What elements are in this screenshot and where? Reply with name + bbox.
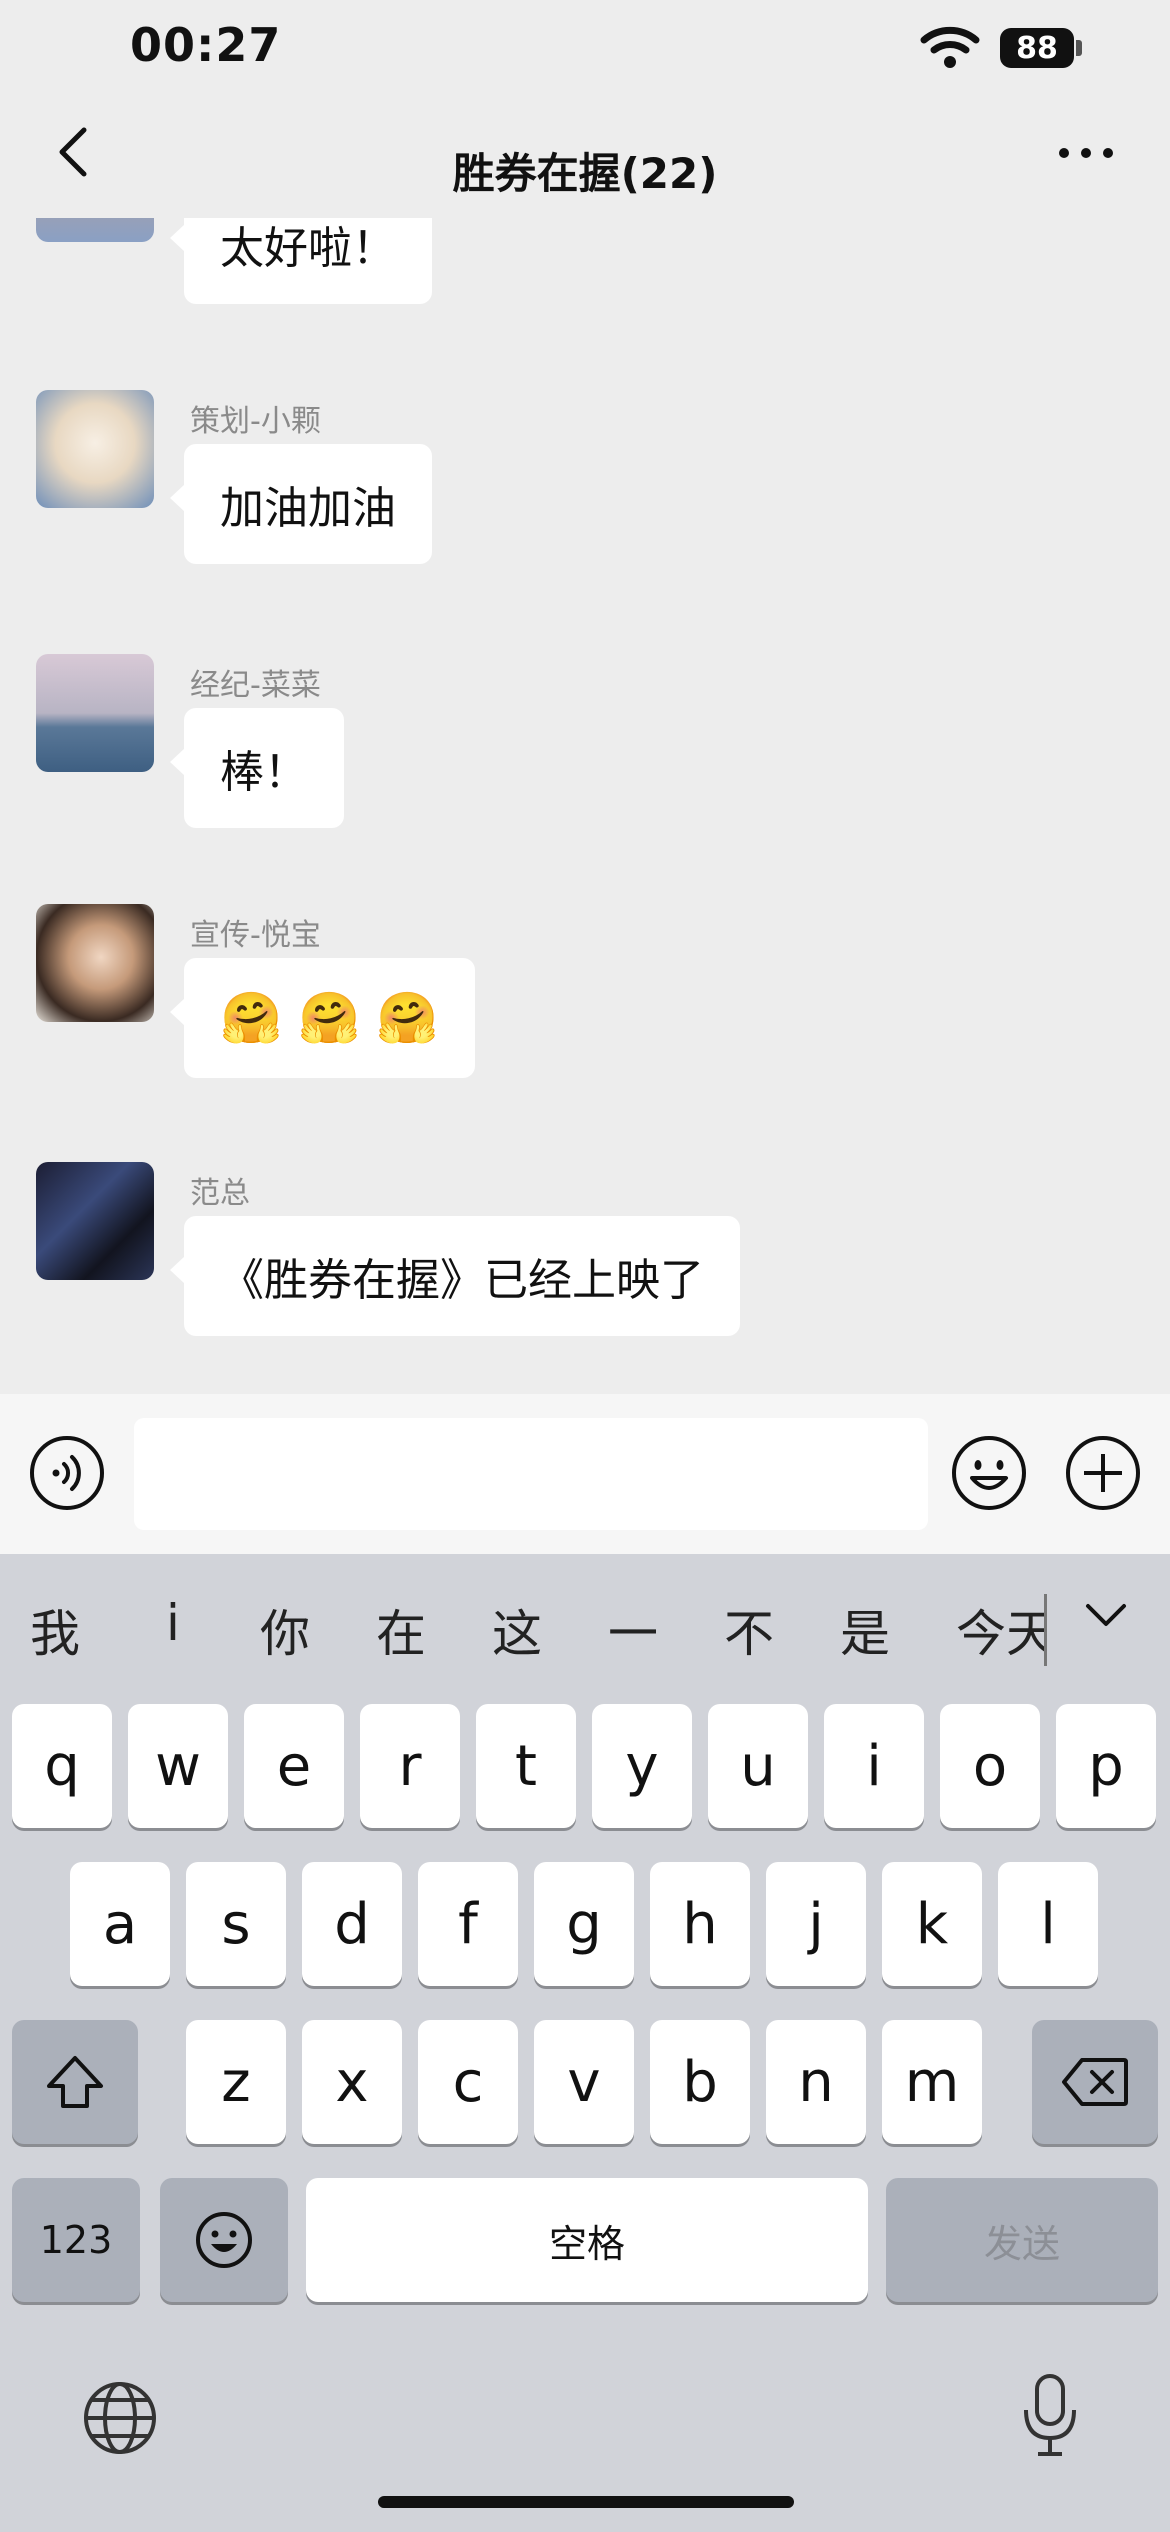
candidate-word[interactable]: 这 [492,1594,542,1666]
avatar[interactable] [36,1162,154,1280]
battery-icon: 88 [1000,28,1074,68]
key-k[interactable]: k [882,1862,982,1986]
message-text: 棒！ [220,747,308,798]
candidate-word[interactable]: 今天 [956,1594,1047,1666]
message-bubble[interactable]: 《胜券在握》已经上映了 [170,1216,740,1336]
key-g[interactable]: g [534,1862,634,1986]
candidate-word[interactable]: 在 [376,1594,426,1666]
more-icon[interactable] [1056,138,1116,168]
key-d[interactable]: d [302,1862,402,1986]
candidate-word[interactable]: 我 [30,1594,80,1666]
shift-key[interactable] [12,2020,138,2144]
battery-cap [1076,40,1082,56]
space-key[interactable]: 空格 [306,2178,868,2302]
key-z[interactable]: z [186,2020,286,2144]
message-bubble[interactable]: 加油加油 [170,444,432,564]
key-y[interactable]: y [592,1704,692,1828]
globe-icon[interactable] [80,2378,160,2458]
candidate-word[interactable]: i [166,1594,180,1652]
emoji-key-icon [196,2212,252,2268]
send-key[interactable]: 发送 [886,2178,1158,2302]
message-bubble[interactable]: 🤗 🤗 🤗 [170,958,475,1078]
sender-name: 策划-小颗 [190,404,321,439]
numbers-key[interactable]: 123 [12,2178,140,2302]
key-i[interactable]: i [824,1704,924,1828]
page-title: 胜券在握(22) [452,149,718,198]
message-bubble[interactable]: 太好啦！ [170,218,432,304]
key-b[interactable]: b [650,2020,750,2144]
candidate-word[interactable]: 一 [608,1594,658,1666]
key-m[interactable]: m [882,2020,982,2144]
home-indicator [378,2496,794,2508]
candidate-word[interactable]: 不 [724,1594,774,1666]
message-text: 太好啦！ [220,223,396,274]
avatar[interactable] [36,218,154,242]
candidate-word[interactable]: 你 [260,1594,310,1666]
key-n[interactable]: n [766,2020,866,2144]
status-time: 00:27 [130,18,282,72]
key-a[interactable]: a [70,1862,170,1986]
sender-name: 经纪-菜菜 [190,668,321,703]
avatar[interactable] [36,654,154,772]
key-o[interactable]: o [940,1704,1040,1828]
key-v[interactable]: v [534,2020,634,2144]
key-p[interactable]: p [1056,1704,1156,1828]
shift-icon [47,2056,103,2108]
key-h[interactable]: h [650,1862,750,1986]
voice-icon[interactable] [28,1434,106,1512]
key-u[interactable]: u [708,1704,808,1828]
emoji-key[interactable] [160,2178,288,2302]
emoji-icon[interactable] [950,1434,1028,1512]
battery-level: 88 [1016,30,1058,66]
plus-icon[interactable] [1064,1434,1142,1512]
key-f[interactable]: f [418,1862,518,1986]
delete-key[interactable] [1032,2020,1158,2144]
message-emoji: 🤗 🤗 🤗 [220,988,439,1047]
key-j[interactable]: j [766,1862,866,1986]
sender-name: 宣传-悦宝 [190,918,321,953]
sender-name: 范总 [190,1176,250,1211]
key-w[interactable]: w [128,1704,228,1828]
key-x[interactable]: x [302,2020,402,2144]
message-input[interactable] [134,1418,928,1530]
chat-area[interactable]: 太好啦！ 策划-小颗 加油加油 经纪-菜菜 棒！ 宣传-悦宝 🤗 🤗 🤗 范总 … [0,218,1170,1394]
key-q[interactable]: q [12,1704,112,1828]
message-text: 加油加油 [220,483,396,534]
mic-icon[interactable] [1010,2370,1090,2460]
delete-icon [1062,2058,1128,2106]
key-t[interactable]: t [476,1704,576,1828]
key-c[interactable]: c [418,2020,518,2144]
wifi-icon [920,26,980,68]
candidate-word[interactable]: 是 [840,1594,890,1666]
message-bubble[interactable]: 棒！ [170,708,344,828]
key-r[interactable]: r [360,1704,460,1828]
message-text: 《胜券在握》已经上映了 [220,1255,704,1306]
key-e[interactable]: e [244,1704,344,1828]
key-s[interactable]: s [186,1862,286,1986]
key-l[interactable]: l [998,1862,1098,1986]
avatar[interactable] [36,904,154,1022]
avatar[interactable] [36,390,154,508]
chevron-down-icon[interactable] [1082,1598,1130,1634]
